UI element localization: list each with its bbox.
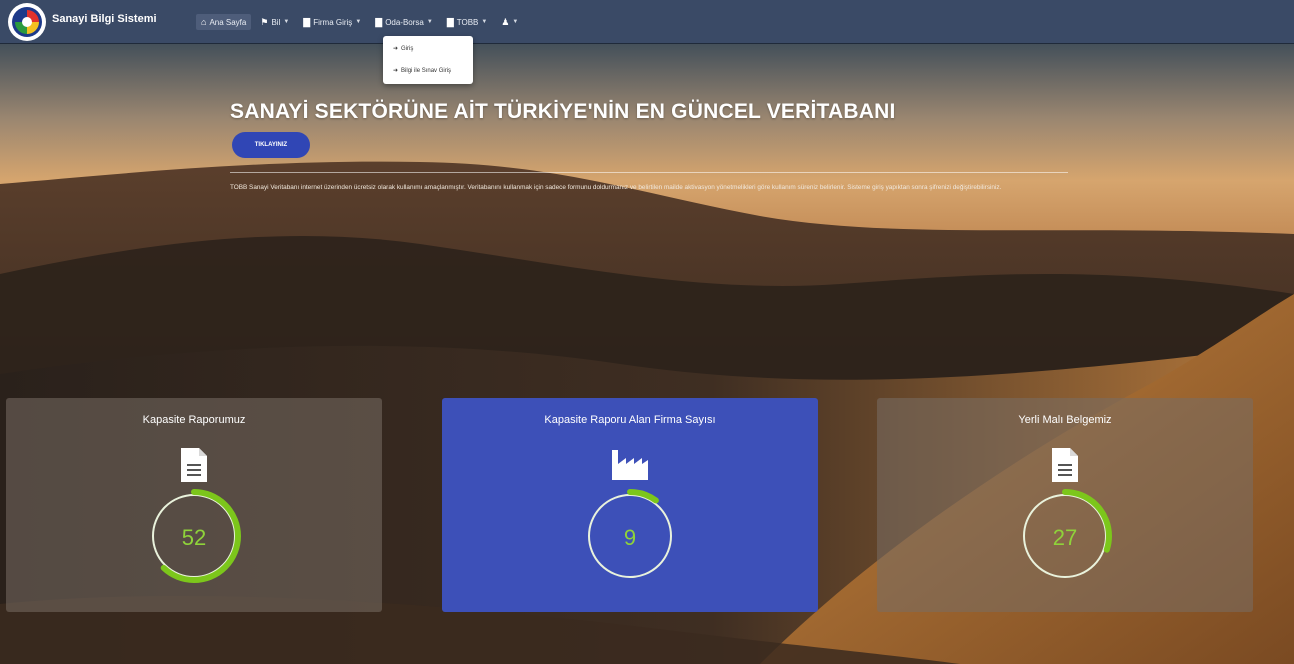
stat-card-title: Kapasite Raporu Alan Firma Sayısı: [544, 414, 716, 426]
hero-description: TOBB Sanayi Veritabanı internet üzerinde…: [230, 184, 1002, 191]
tobb-logo[interactable]: [8, 3, 46, 41]
dropdown-item-label: Bilgi ile Sınav Giriş: [401, 67, 452, 74]
dropdown-item-bilgi-sinav-giris[interactable]: ➜ Bilgi ile Sınav Giriş: [393, 67, 452, 75]
hero-divider: [230, 172, 1068, 173]
factory-icon: [612, 450, 648, 480]
dropdown-menu: ➜ Giriş ➜ Bilgi ile Sınav Giriş: [383, 36, 473, 84]
home-icon: ⌂: [201, 17, 207, 27]
stat-card-title: Kapasite Raporumuz: [142, 414, 246, 426]
top-navbar: Sanayi Bilgi Sistemi ⌂ Ana Sayfa ⚑ Bil ▼…: [0, 0, 1294, 44]
folder-icon: ▇: [375, 16, 383, 27]
nav-item-oda-borsa[interactable]: ▇ Oda-Borsa ▼: [370, 14, 438, 31]
caret-down-icon: ▼: [283, 19, 290, 25]
brand-title[interactable]: Sanayi Bilgi Sistemi: [52, 13, 157, 25]
document-icon: [181, 448, 207, 482]
stat-value: 9: [623, 525, 637, 550]
document-icon: [1052, 448, 1078, 482]
stat-value: 52: [181, 525, 207, 550]
stat-card-kapasite-raporu-alan-firma: Kapasite Raporu Alan Firma Sayısı 9: [442, 398, 818, 612]
nav-item-label: TOBB: [456, 17, 479, 27]
caret-down-icon: ▼: [426, 19, 433, 25]
dropdown-item-label: Giriş: [401, 45, 414, 52]
nav-item-firma-giris[interactable]: ▇ Firma Giriş ▼: [298, 14, 366, 31]
nav-item-label: Firma Giriş: [313, 17, 353, 27]
main-nav: ⌂ Ana Sayfa ⚑ Bil ▼ ▇ Firma Giriş ▼ ▇ Od…: [196, 10, 523, 34]
caret-down-icon: ▼: [355, 19, 362, 25]
stat-card-title: Yerli Malı Belgemiz: [1018, 414, 1112, 426]
user-icon: ♟: [501, 16, 510, 27]
flag-icon: ⚑: [260, 16, 269, 27]
folder-icon: ▇: [446, 16, 454, 27]
nav-item-label: Ana Sayfa: [209, 17, 247, 27]
caret-down-icon: ▼: [481, 19, 488, 25]
nav-item-label: Oda-Borsa: [385, 17, 424, 27]
cta-button[interactable]: TIKLAYINIZ: [232, 132, 310, 158]
stat-card-yerli-mali-belgemiz: Yerli Malı Belgemiz 27: [877, 398, 1253, 612]
nav-item-label: Bil: [271, 17, 281, 27]
nav-item-user[interactable]: ♟ ▼: [496, 14, 523, 31]
logo-icon: [12, 7, 42, 37]
stat-card-kapasite-raporumuz: Kapasite Raporumuz 52: [6, 398, 382, 612]
nav-item-bil[interactable]: ⚑ Bil ▼: [255, 14, 294, 31]
nav-item-ana-sayfa[interactable]: ⌂ Ana Sayfa: [196, 14, 252, 30]
caret-down-icon: ▼: [512, 19, 519, 25]
sign-in-icon: ➜: [393, 46, 399, 52]
dropdown-item-giris[interactable]: ➜ Giriş: [393, 45, 414, 53]
nav-item-tobb[interactable]: ▇ TOBB ▼: [442, 14, 493, 31]
hero-headline: SANAYİ SEKTÖRÜNE AİT TÜRKİYE'NİN EN GÜNC…: [230, 100, 896, 123]
folder-icon: ▇: [303, 16, 311, 27]
sign-in-icon: ➜: [393, 68, 399, 74]
stat-value: 27: [1052, 525, 1078, 550]
